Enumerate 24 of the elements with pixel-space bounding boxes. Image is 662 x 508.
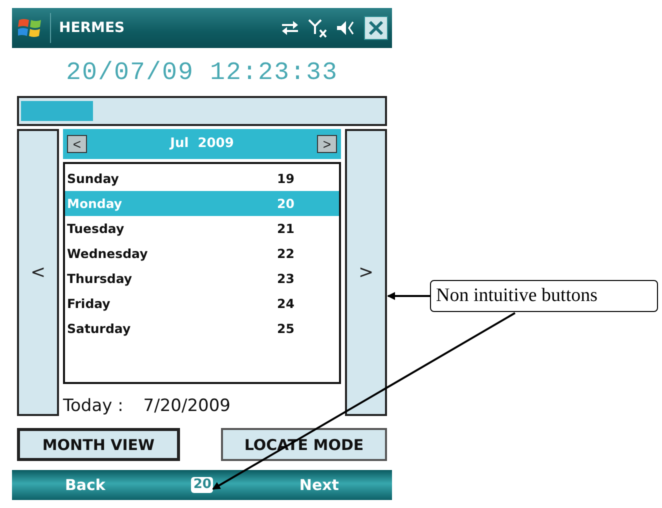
day-row[interactable]: Saturday 25	[65, 316, 339, 341]
close-icon[interactable]	[364, 16, 388, 40]
next-button[interactable]: >	[345, 129, 387, 416]
clock-display: 20/07/09 12:23:33	[64, 56, 340, 88]
windows-logo-icon[interactable]	[18, 17, 42, 39]
day-row[interactable]: Friday 24	[65, 290, 339, 316]
annotation-arrow	[387, 292, 430, 300]
sync-arrows-icon	[280, 20, 300, 36]
day-row[interactable]: Tuesday 21	[65, 216, 339, 241]
day-row[interactable]: Wednesday 22	[65, 240, 339, 266]
window-title: HERMES	[59, 20, 125, 36]
signal-off-icon	[308, 18, 328, 38]
today-date: 7/20/2009	[143, 396, 230, 416]
previous-button[interactable]: <	[17, 129, 59, 416]
today-label: Today :	[63, 396, 124, 416]
next-month-button[interactable]: >	[317, 134, 337, 153]
annotation-callout: Non intuitive buttons	[430, 280, 658, 312]
speaker-icon	[336, 19, 356, 37]
month-label: Jul 2009	[170, 136, 234, 152]
previous-month-button[interactable]: <	[67, 134, 87, 153]
day-row[interactable]: Sunday 19	[65, 166, 339, 191]
calendar-day-icon[interactable]: 20	[191, 477, 214, 493]
month-view-button[interactable]: MONTH VIEW	[17, 428, 180, 461]
day-row[interactable]: Thursday 23	[65, 266, 339, 291]
